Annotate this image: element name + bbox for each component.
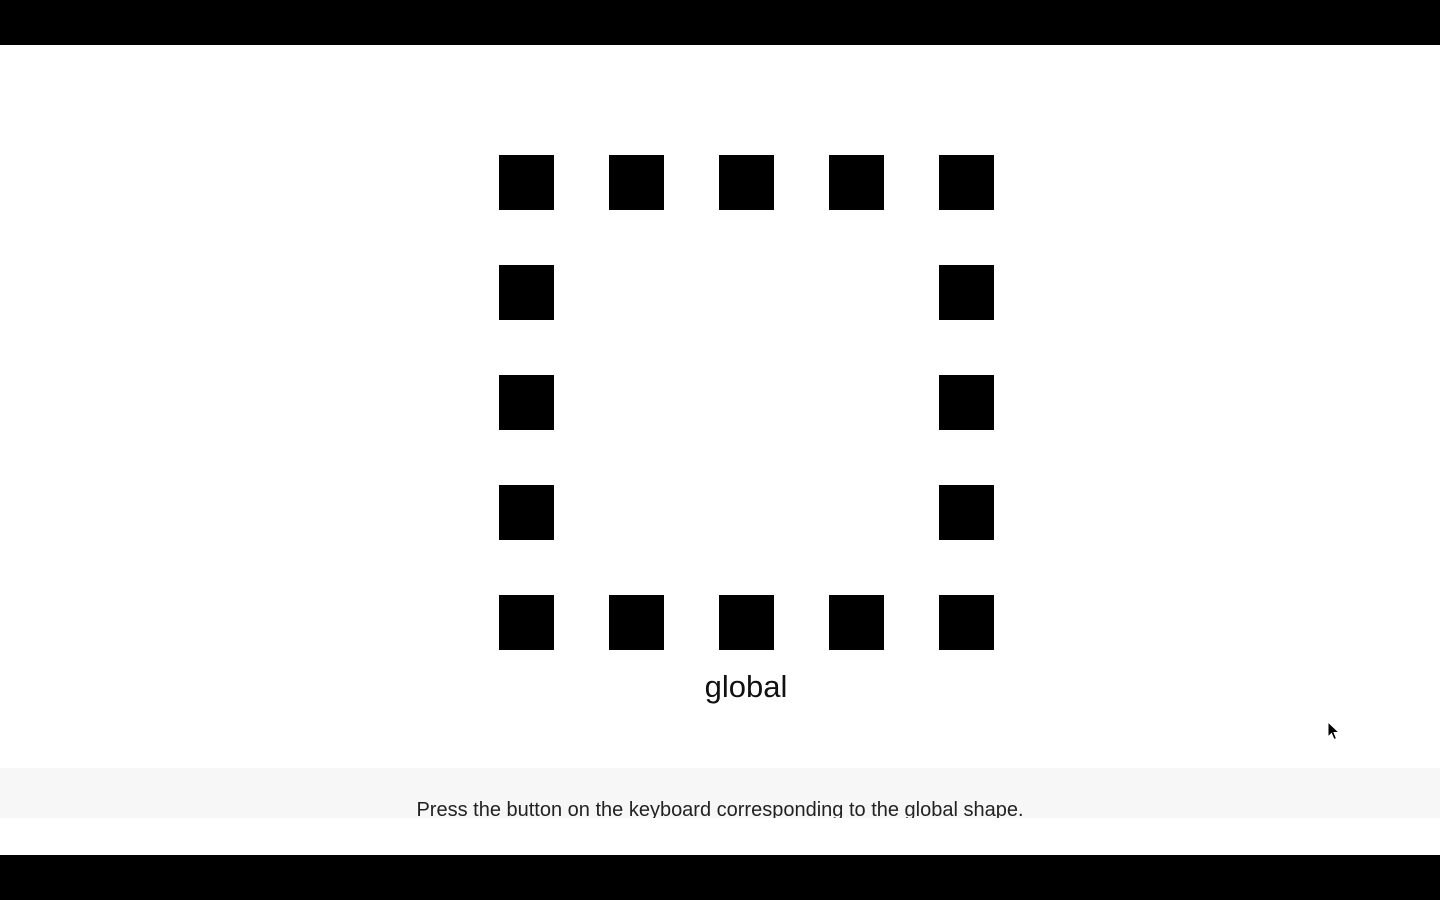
stimulus-square <box>499 155 554 210</box>
stimulus-square <box>939 155 994 210</box>
stimulus-label: global <box>704 669 788 704</box>
stimulus-square <box>499 375 554 430</box>
task-screen: global Press the button on the keyboard … <box>0 45 1440 855</box>
stimulus-square <box>499 595 554 650</box>
stimulus-square <box>719 595 774 650</box>
letterbox-top <box>0 0 1440 45</box>
stimulus-square <box>499 485 554 540</box>
bottom-strip <box>0 818 1440 855</box>
stimulus-square <box>939 265 994 320</box>
instruction-bar: Press the button on the keyboard corresp… <box>0 768 1440 821</box>
stimulus-square <box>609 595 664 650</box>
stimulus-square <box>609 155 664 210</box>
stimulus-square <box>939 595 994 650</box>
stimulus-square <box>499 265 554 320</box>
stimulus-square <box>939 485 994 540</box>
mouse-pointer-icon <box>1327 721 1341 741</box>
stimulus-square <box>939 375 994 430</box>
letterbox-bottom <box>0 855 1440 900</box>
stimulus-square <box>829 155 884 210</box>
stimulus-square <box>719 155 774 210</box>
global-shape-stimulus <box>499 155 994 650</box>
stimulus-square <box>829 595 884 650</box>
